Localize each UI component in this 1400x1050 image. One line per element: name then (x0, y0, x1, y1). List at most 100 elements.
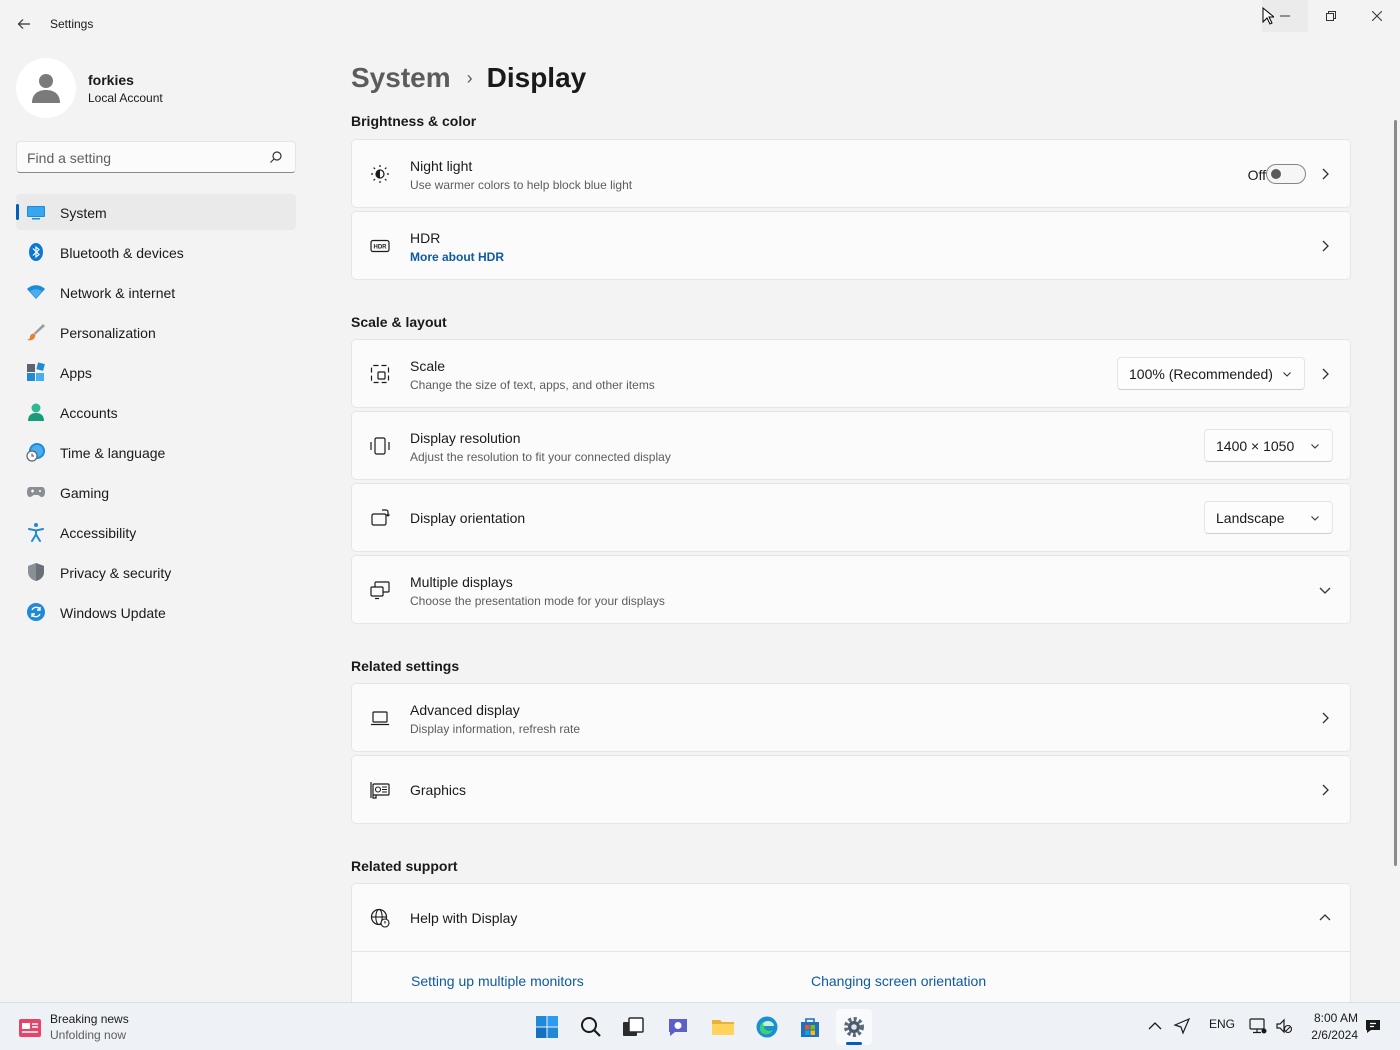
close-button[interactable] (1354, 0, 1400, 32)
breadcrumb: System › Display (351, 58, 586, 98)
sidebar-item-label: Apps (60, 365, 92, 381)
brush-icon (27, 324, 45, 341)
start-button[interactable] (529, 1009, 565, 1045)
sidebar-item-label: Gaming (60, 485, 110, 501)
volume-muted-icon[interactable] (1275, 1017, 1293, 1035)
orientation-card: Display orientation Landscape (351, 483, 1351, 552)
help-link-screen-orientation[interactable]: Changing screen orientation (811, 973, 986, 989)
night-light-card[interactable]: Night light Use warmer colors to help bl… (351, 139, 1351, 208)
help-link-multiple-monitors[interactable]: Setting up multiple monitors (411, 973, 584, 989)
accounts-icon (28, 403, 44, 421)
orientation-icon (371, 509, 390, 526)
orientation-dropdown-value: Landscape (1216, 510, 1285, 526)
scale-title: Scale (410, 358, 446, 374)
store-button[interactable] (792, 1009, 828, 1045)
sidebar-item-label: Accessibility (60, 525, 137, 541)
sidebar-item-windows-update[interactable]: Windows Update (16, 594, 296, 630)
breadcrumb-separator-icon: › (466, 67, 473, 88)
multiple-displays-icon (370, 581, 390, 600)
settings-taskbar-button[interactable] (836, 1009, 872, 1045)
taskbar: Breaking news Unfolding now ENG 8:00 AM … (0, 1002, 1400, 1050)
chevron-up-icon[interactable] (1146, 1017, 1164, 1035)
account-type: Local Account (88, 91, 163, 105)
sidebar-item-network[interactable]: Network & internet (16, 274, 296, 310)
help-display-title: Help with Display (410, 910, 518, 926)
multiple-displays-card[interactable]: Multiple displays Choose the presentatio… (351, 555, 1351, 624)
sidebar-item-accounts[interactable]: Accounts (16, 394, 296, 430)
main-scrollbar[interactable] (1394, 120, 1397, 866)
search-input[interactable] (27, 148, 257, 168)
location-icon[interactable] (1173, 1017, 1191, 1035)
chevron-down-icon[interactable] (1318, 583, 1332, 597)
gear-icon (844, 1017, 864, 1037)
night-light-toggle[interactable] (1266, 164, 1306, 184)
sidebar-item-gaming[interactable]: Gaming (16, 474, 296, 510)
sidebar-item-label: Personalization (60, 325, 156, 341)
bluetooth-icon (29, 243, 43, 261)
edge-icon (756, 1016, 778, 1038)
chevron-right-icon (1322, 240, 1329, 252)
sidebar-item-bluetooth[interactable]: Bluetooth & devices (16, 234, 296, 270)
scale-icon (370, 364, 390, 384)
gamepad-icon (27, 487, 45, 497)
section-title-brightness: Brightness & color (351, 113, 477, 129)
search-box[interactable] (16, 141, 296, 173)
resolution-icon (370, 437, 390, 455)
sidebar-item-personalization[interactable]: Personalization (16, 314, 296, 350)
chevron-down-icon (1311, 444, 1319, 449)
clock-date[interactable]: 2/6/2024 (1298, 1028, 1358, 1042)
graphics-title: Graphics (410, 782, 467, 798)
hdr-more-link[interactable]: More about HDR (410, 250, 504, 264)
sidebar-item-privacy[interactable]: Privacy & security (16, 554, 296, 590)
hdr-card[interactable]: HDR HDR More about HDR (351, 211, 1351, 280)
news-subtitle: Unfolding now (50, 1028, 127, 1042)
advanced-display-subtitle: Display information, refresh rate (410, 722, 581, 736)
resolution-dropdown-value: 1400 × 1050 (1216, 438, 1295, 454)
section-title-scale-layout: Scale & layout (351, 314, 447, 330)
chevron-down-icon (1311, 516, 1319, 521)
graphics-card[interactable]: Graphics (351, 755, 1351, 824)
user-profile[interactable]: forkies Local Account (16, 58, 296, 118)
search-icon (270, 151, 282, 163)
hdr-icon: HDR (370, 239, 390, 253)
system-icon (27, 206, 45, 220)
sidebar-item-apps[interactable]: Apps (16, 354, 296, 390)
clock-globe-icon (26, 443, 45, 462)
resolution-dropdown[interactable]: 1400 × 1050 (1204, 429, 1333, 462)
clock-time[interactable]: 8:00 AM (1308, 1011, 1358, 1025)
network-monitor-icon[interactable] (1249, 1017, 1267, 1035)
task-view-button[interactable] (615, 1009, 651, 1045)
restore-button[interactable] (1308, 0, 1354, 32)
back-arrow-icon[interactable] (10, 12, 38, 36)
chevron-right-icon (1322, 784, 1329, 796)
help-display-header[interactable]: Help with Display (352, 884, 1350, 952)
app-title: Settings (50, 17, 94, 31)
section-title-related-settings: Related settings (351, 658, 460, 674)
breadcrumb-parent[interactable]: System (351, 62, 451, 94)
sidebar-item-label: Privacy & security (60, 565, 172, 581)
resolution-card: Display resolution Adjust the resolution… (351, 411, 1351, 480)
sidebar-item-label: Accounts (60, 405, 118, 421)
sidebar-item-accessibility[interactable]: Accessibility (16, 514, 296, 550)
sidebar-item-system[interactable]: System (16, 194, 296, 230)
night-light-state: Off (1247, 167, 1266, 183)
taskbar-search-button[interactable] (573, 1009, 609, 1045)
windows-logo-icon (536, 1016, 558, 1038)
scale-card[interactable]: Scale Change the size of text, apps, and… (351, 339, 1351, 408)
language-indicator[interactable]: ENG (1209, 1017, 1235, 1031)
accessibility-icon (28, 523, 44, 542)
orientation-dropdown[interactable]: Landscape (1204, 501, 1333, 534)
chat-button[interactable] (660, 1009, 696, 1045)
chevron-right-icon (1322, 712, 1329, 724)
file-explorer-button[interactable] (705, 1009, 741, 1045)
advanced-display-card[interactable]: Advanced display Display information, re… (351, 683, 1351, 752)
sidebar-item-time-language[interactable]: Time & language (16, 434, 296, 470)
resolution-subtitle: Adjust the resolution to fit your connec… (410, 450, 671, 464)
globe-help-icon (370, 908, 390, 928)
notification-icon[interactable] (1364, 1017, 1382, 1035)
scale-dropdown[interactable]: 100% (Recommended) (1117, 357, 1305, 390)
edge-button[interactable] (749, 1009, 785, 1045)
chevron-up-icon[interactable] (1318, 911, 1332, 925)
news-title: Breaking news (50, 1012, 129, 1026)
shield-icon (28, 563, 44, 581)
